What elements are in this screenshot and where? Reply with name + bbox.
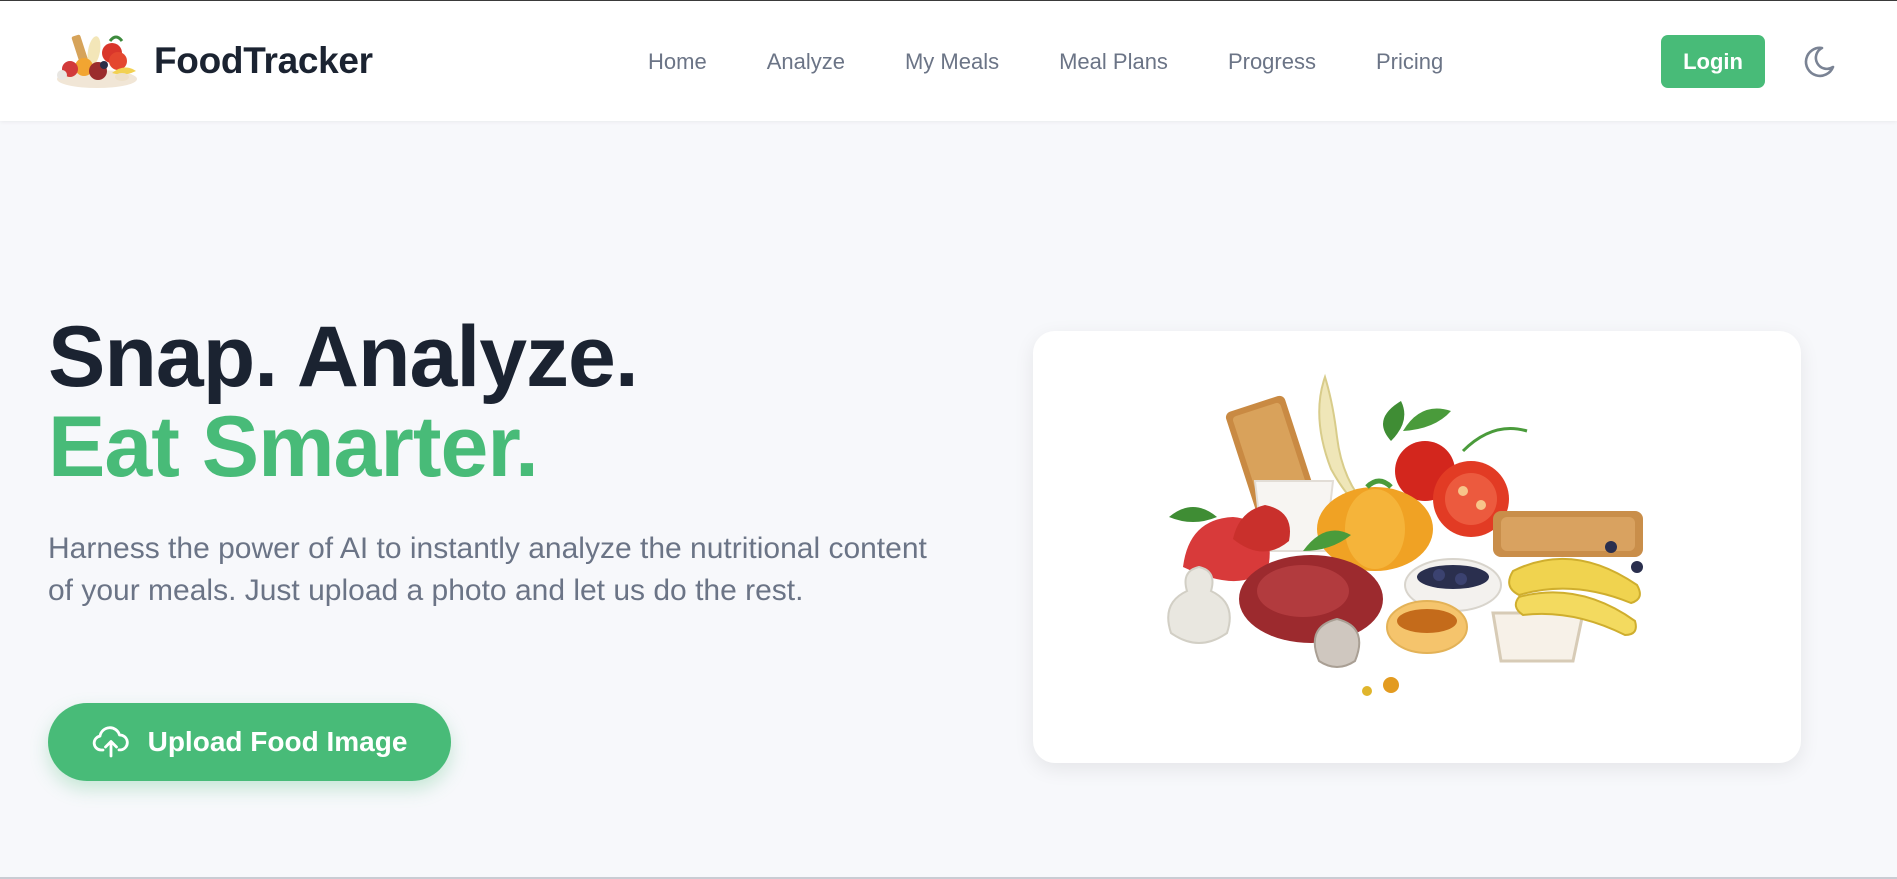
food-logo-icon [57, 34, 137, 88]
nav-link-meal-plans[interactable]: Meal Plans [1059, 47, 1168, 77]
nav-link-my-meals[interactable]: My Meals [905, 47, 999, 77]
hero-description: Harness the power of AI to instantly ana… [48, 532, 927, 607]
nav-link-analyze[interactable]: Analyze [767, 47, 845, 77]
cloud-upload-icon [92, 726, 129, 758]
brand-name: FoodTracker [154, 40, 373, 81]
nav-link-progress[interactable]: Progress [1228, 47, 1316, 77]
hero-title-line2: Eat Smarter. [48, 399, 539, 495]
nav-link-pricing[interactable]: Pricing [1376, 47, 1443, 77]
nav-link-home[interactable]: Home [648, 47, 707, 77]
brand-logo-link[interactable]: FoodTracker [54, 31, 373, 91]
hero-title-line1: Snap. Analyze. [48, 309, 639, 405]
healthy-food-illustration [1167, 373, 1643, 696]
moon-icon[interactable] [1800, 43, 1838, 81]
main-nav: Home Analyze My Meals Meal Plans Progres… [648, 47, 1503, 77]
login-button[interactable]: Login [1661, 35, 1765, 88]
upload-food-image-button[interactable]: Upload Food Image [48, 703, 451, 781]
upload-button-label: Upload Food Image [147, 726, 408, 757]
hero-image-card [1033, 331, 1801, 763]
site-header: FoodTracker Home Analyze My Meals Meal P… [0, 0, 1897, 121]
hero-title: Snap. Analyze. Eat Smarter. [48, 309, 639, 495]
